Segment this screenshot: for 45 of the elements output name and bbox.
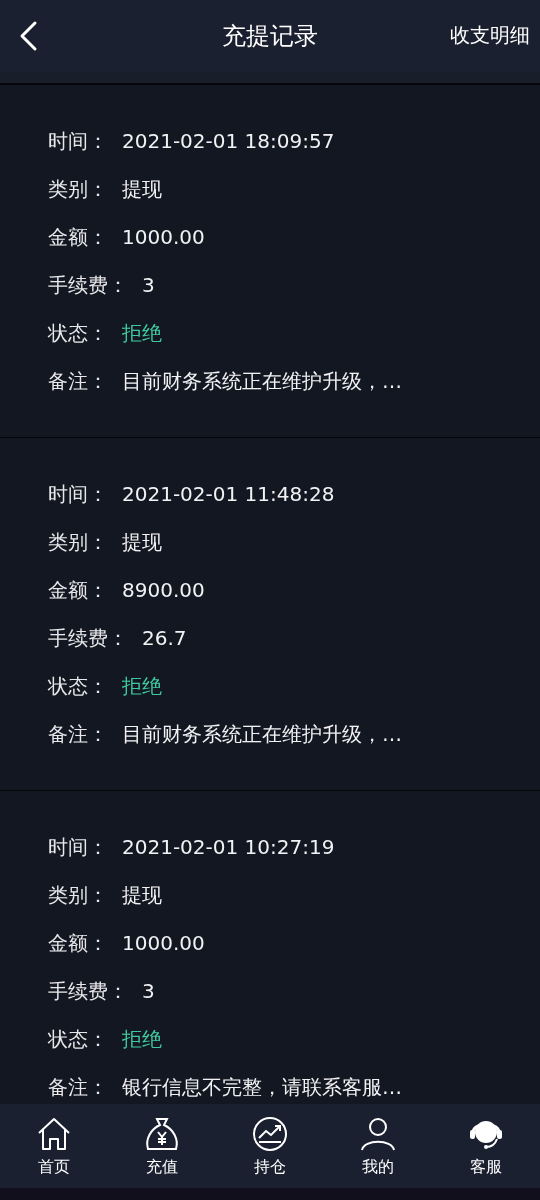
field-label: 手续费：: [48, 624, 128, 652]
status-value: 拒绝: [122, 1025, 162, 1053]
statement-link[interactable]: 收支明细: [450, 22, 530, 49]
field-label: 类别：: [48, 175, 108, 203]
field-value: 8900.00: [122, 578, 205, 602]
chart-icon: [251, 1114, 289, 1153]
nav-tab[interactable]: 首页: [0, 1104, 108, 1188]
back-icon: [18, 20, 38, 52]
field-value: 目前财务系统正在维护升级，…: [122, 720, 402, 748]
nav-tab[interactable]: 客服: [432, 1104, 540, 1188]
field-value: 2021-02-01 11:48:28: [122, 482, 335, 506]
field-value: 26.7: [142, 626, 187, 650]
field-label: 手续费：: [48, 271, 128, 299]
nav-tab[interactable]: 我的: [324, 1104, 432, 1188]
field-value: 3: [142, 273, 155, 297]
field-value: 1000.00: [122, 225, 205, 249]
field-value: 提现: [122, 528, 162, 556]
field-label: 备注：: [48, 367, 108, 395]
field-value: 2021-02-01 10:27:19: [122, 835, 335, 859]
page-title: 充提记录: [222, 21, 318, 52]
field-label: 金额：: [48, 929, 108, 957]
field-label: 状态：: [48, 319, 108, 347]
nav-tab[interactable]: 充值: [108, 1104, 216, 1188]
field-value: 银行信息不完整，请联系客服…: [122, 1073, 402, 1101]
field-label: 类别：: [48, 528, 108, 556]
nav-tab[interactable]: 持仓: [216, 1104, 324, 1188]
field-label: 时间：: [48, 127, 108, 155]
field-label: 备注：: [48, 1073, 108, 1101]
field-label: 时间：: [48, 833, 108, 861]
field-value: 3: [142, 979, 155, 1003]
field-label: 金额：: [48, 223, 108, 251]
field-value: 目前财务系统正在维护升级，…: [122, 367, 402, 395]
field-label: 状态：: [48, 1025, 108, 1053]
field-value: 2021-02-01 18:09:57: [122, 129, 335, 153]
field-value: 提现: [122, 175, 162, 203]
field-label: 备注：: [48, 720, 108, 748]
field-label: 金额：: [48, 576, 108, 604]
status-value: 拒绝: [122, 672, 162, 700]
field-label: 手续费：: [48, 977, 128, 1005]
field-label: 状态：: [48, 672, 108, 700]
status-value: 拒绝: [122, 319, 162, 347]
field-label: 时间：: [48, 480, 108, 508]
field-label: 类别：: [48, 881, 108, 909]
field-value: 提现: [122, 881, 162, 909]
field-value: 1000.00: [122, 931, 205, 955]
